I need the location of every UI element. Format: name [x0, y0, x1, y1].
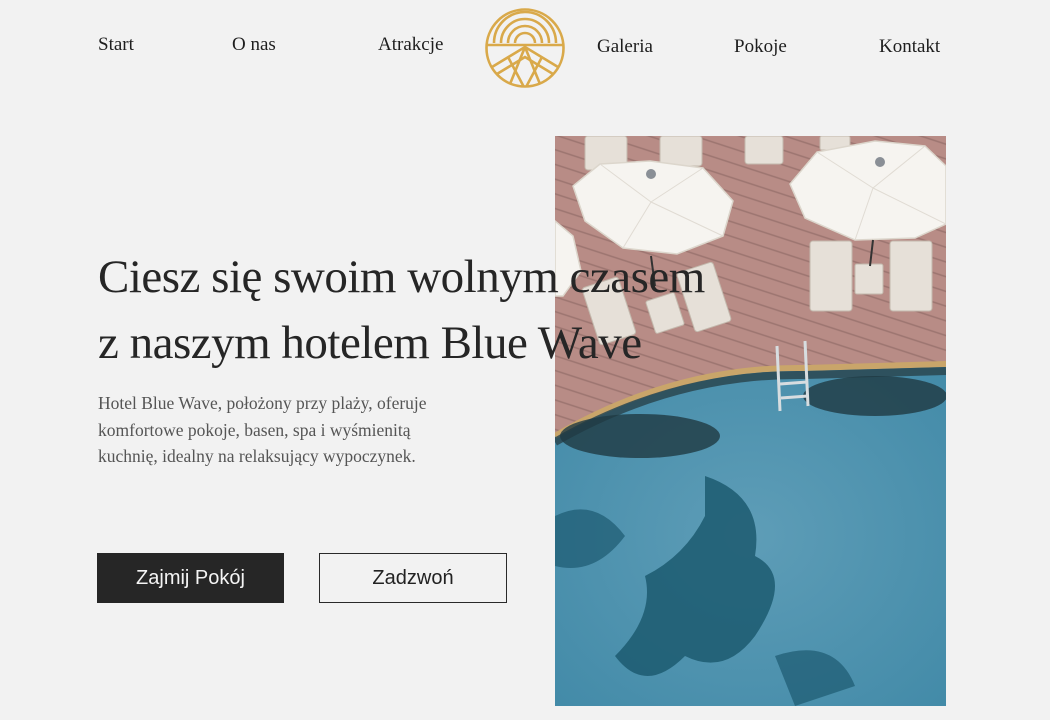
pool-photo — [555, 136, 946, 706]
nav-item-o-nas[interactable]: O nas — [232, 34, 276, 56]
nav-item-start[interactable]: Start — [98, 34, 134, 56]
nav-item-pokoje[interactable]: Pokoje — [734, 36, 787, 58]
hero-headline-line-2: z naszym hotelem Blue Wave — [98, 317, 642, 369]
call-button[interactable]: Zadzwoń — [319, 553, 507, 603]
hero-headline-line-1: Ciesz się swoim wolnym czasem — [98, 251, 705, 303]
hero-headline: Ciesz się swoim wolnym czasem z naszym h… — [98, 244, 718, 376]
hero-description: Hotel Blue Wave, położony przy plaży, of… — [98, 393, 427, 466]
nav-item-atrakcje[interactable]: Atrakcje — [378, 34, 443, 56]
book-room-button[interactable]: Zajmij Pokój — [97, 553, 284, 603]
nav-item-kontakt[interactable]: Kontakt — [879, 36, 940, 58]
nav-item-galeria[interactable]: Galeria — [597, 36, 653, 58]
hotel-logo-icon[interactable] — [484, 7, 566, 89]
